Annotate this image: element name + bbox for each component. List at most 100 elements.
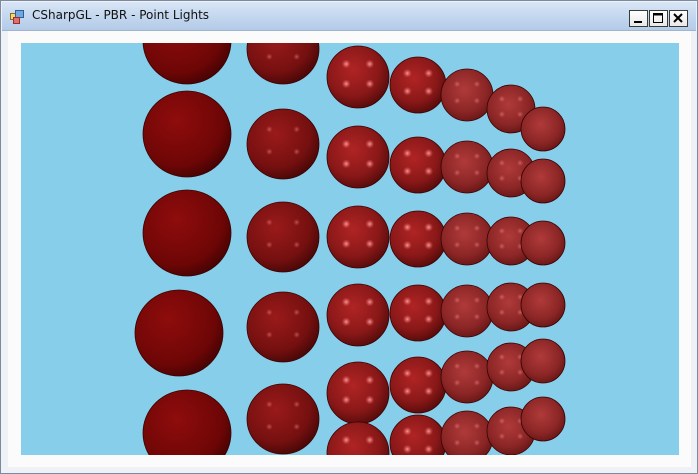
- sphere-grid: [134, 43, 566, 455]
- specular-highlight: [473, 422, 481, 430]
- specular-highlight: [365, 239, 375, 249]
- pbr-sphere: [389, 356, 447, 414]
- pbr-sphere: [142, 189, 232, 277]
- specular-highlight: [341, 435, 351, 445]
- specular-highlight: [453, 439, 461, 447]
- specular-highlight: [453, 152, 461, 160]
- specular-highlight: [498, 174, 506, 182]
- specular-highlight: [265, 308, 273, 316]
- specular-highlight: [265, 218, 273, 226]
- specular-highlight: [402, 368, 412, 378]
- pbr-sphere: [326, 125, 390, 189]
- pbr-sphere: [520, 106, 566, 152]
- pbr-sphere: [246, 383, 320, 455]
- pbr-sphere: [142, 389, 232, 455]
- specular-highlight: [341, 159, 351, 169]
- pbr-sphere: [142, 90, 232, 178]
- specular-highlight: [365, 139, 375, 149]
- specular-highlight: [265, 125, 273, 133]
- specular-highlight: [265, 148, 273, 156]
- pbr-sphere: [326, 283, 390, 347]
- specular-highlight: [402, 426, 412, 436]
- specular-highlight: [516, 227, 524, 235]
- specular-highlight: [498, 95, 506, 103]
- specular-highlight: [453, 362, 461, 370]
- specular-highlight: [341, 79, 351, 89]
- specular-highlight: [265, 53, 273, 61]
- specular-highlight: [498, 368, 506, 376]
- specular-highlight: [293, 148, 301, 156]
- pbr-sphere: [326, 421, 390, 455]
- pbr-sphere: [326, 205, 390, 269]
- pbr-sphere: [520, 158, 566, 204]
- specular-highlight: [365, 375, 375, 385]
- specular-highlight: [402, 68, 412, 78]
- pbr-sphere: [246, 291, 320, 363]
- close-button[interactable]: [669, 10, 688, 27]
- pbr-sphere: [326, 361, 390, 425]
- pbr-sphere: [389, 284, 447, 342]
- specular-highlight: [498, 227, 506, 235]
- minimize-button[interactable]: [629, 10, 648, 27]
- app-window-icon[interactable]: [10, 10, 24, 24]
- pbr-sphere: [440, 410, 494, 455]
- specular-highlight: [498, 159, 506, 167]
- gl-render-canvas[interactable]: [21, 43, 679, 455]
- specular-highlight: [424, 426, 434, 436]
- specular-highlight: [293, 241, 301, 249]
- specular-highlight: [498, 417, 506, 425]
- specular-highlight: [453, 224, 461, 232]
- specular-highlight: [265, 423, 273, 431]
- specular-highlight: [365, 317, 375, 327]
- specular-highlight: [341, 139, 351, 149]
- specular-highlight: [424, 386, 434, 396]
- specular-highlight: [265, 400, 273, 408]
- pbr-sphere: [520, 338, 566, 384]
- pbr-scene: [134, 43, 566, 455]
- specular-highlight: [402, 444, 412, 454]
- specular-highlight: [365, 59, 375, 69]
- specular-highlight: [424, 296, 434, 306]
- specular-highlight: [498, 353, 506, 361]
- pbr-sphere: [134, 289, 224, 377]
- specular-highlight: [341, 297, 351, 307]
- pbr-sphere: [246, 201, 320, 273]
- specular-highlight: [341, 375, 351, 385]
- specular-highlight: [365, 159, 375, 169]
- specular-highlight: [341, 395, 351, 405]
- specular-highlight: [265, 331, 273, 339]
- pbr-sphere: [389, 210, 447, 268]
- minimize-icon: [634, 21, 642, 23]
- specular-highlight: [402, 314, 412, 324]
- pbr-sphere: [440, 284, 494, 338]
- specular-highlight: [365, 395, 375, 405]
- specular-highlight: [424, 240, 434, 250]
- specular-highlight: [473, 362, 481, 370]
- specular-highlight: [341, 239, 351, 249]
- specular-highlight: [341, 219, 351, 229]
- title-bar[interactable]: CSharpGL - PBR - Point Lights: [2, 2, 696, 31]
- pbr-sphere: [246, 43, 320, 85]
- specular-highlight: [498, 242, 506, 250]
- pbr-sphere: [520, 282, 566, 328]
- specular-highlight: [424, 86, 434, 96]
- specular-highlight: [516, 432, 524, 440]
- specular-highlight: [293, 331, 301, 339]
- window-title: CSharpGL - PBR - Point Lights: [32, 8, 210, 22]
- maximize-button[interactable]: [649, 10, 668, 27]
- specular-highlight: [402, 240, 412, 250]
- specular-highlight: [402, 148, 412, 158]
- specular-highlight: [293, 308, 301, 316]
- specular-highlight: [293, 218, 301, 226]
- specular-highlight: [424, 444, 434, 454]
- specular-highlight: [402, 296, 412, 306]
- specular-highlight: [341, 317, 351, 327]
- pbr-sphere: [389, 136, 447, 194]
- pbr-sphere: [326, 45, 390, 109]
- specular-highlight: [424, 148, 434, 158]
- specular-highlight: [516, 159, 524, 167]
- specular-highlight: [498, 432, 506, 440]
- specular-highlight: [473, 224, 481, 232]
- specular-highlight: [473, 296, 481, 304]
- specular-highlight: [473, 80, 481, 88]
